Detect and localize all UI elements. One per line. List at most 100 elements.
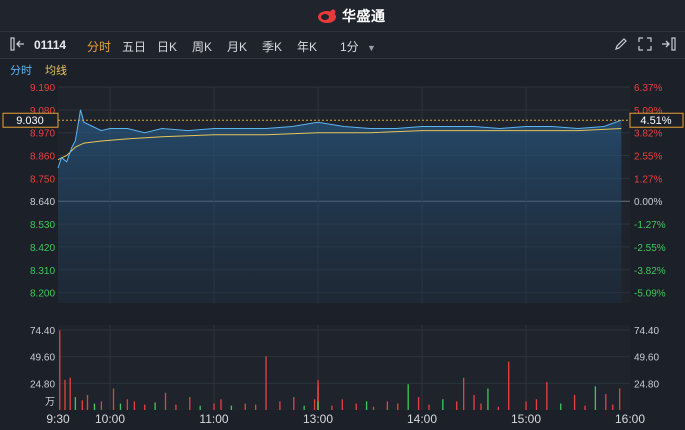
volume-bar [365,401,368,410]
volume-bar [69,377,71,410]
volume-bar [81,400,83,410]
current-pct-label: 4.51% [640,115,671,127]
volume-bar [584,405,586,410]
volume-bar [341,399,343,410]
volume-bar [119,403,122,410]
pct-tick-label: -3.82% [634,266,666,277]
time-tick-label: 15:00 [511,412,541,426]
volume-tick-label: 49.60 [30,353,55,364]
pct-tick-label: -2.55% [634,243,666,254]
tab-weekly-k[interactable]: 周K [192,38,212,55]
collapse-panel-icon[interactable] [10,37,26,51]
pencil-icon[interactable] [614,37,628,51]
volume-bar [331,405,333,410]
volume-unit-label: 万 [45,397,55,408]
volume-tick-label-right: 74.40 [634,326,659,337]
price-tick-label: 8.750 [30,174,55,185]
volume-bar [442,399,444,410]
volume-tick-label-right: 24.80 [634,379,659,390]
volume-panel [58,325,630,410]
volume-bar [189,397,191,410]
price-tick-label: 8.420 [30,243,55,254]
app-name: 华盛通 [342,8,386,24]
volume-bar [473,394,475,410]
volume-bar [386,401,389,410]
tab-intraday[interactable]: 分时 [87,38,111,55]
volume-bar [59,330,61,410]
volume-tick-label: 24.80 [30,379,55,390]
volume-bar [265,356,267,410]
volume-bar [535,399,538,410]
volume-bar [244,403,246,410]
toolbar: 01114 分时 五日 日K 周K 月K 季K 年K 1分 ▼ [0,32,685,59]
volume-bar [428,404,430,410]
volume-bar [317,401,319,410]
price-tick-label: 8.970 [30,129,55,140]
app-logo-icon [318,9,336,23]
pct-tick-label: 6.37% [634,83,662,94]
tab-five-day[interactable]: 五日 [122,38,146,55]
volume-bar [293,397,295,410]
volume-bar [255,404,257,410]
volume-bar [64,379,66,410]
legend-bar: 分时 均线 [0,59,685,79]
volume-bar [355,403,357,410]
volume-bar [560,403,562,410]
volume-bar [213,403,215,410]
volume-bar [126,399,129,410]
tab-daily-k[interactable]: 日K [157,38,177,55]
volume-bar [525,401,527,410]
volume-bar [605,393,607,410]
volume-bar [303,405,305,410]
volume-bar [463,377,465,410]
volume-bar [133,401,135,410]
volume-bar [199,405,201,410]
time-tick-label: 10:00 [95,412,125,426]
volume-bar [573,394,576,410]
expand-panel-icon[interactable] [660,37,676,51]
tab-yearly-k[interactable]: 年K [297,38,317,55]
volume-bar [154,402,156,410]
volume-bar [407,384,409,410]
price-tick-label: 8.200 [30,289,55,300]
legend-time-label: 分时 [10,65,32,77]
volume-bar [220,399,222,410]
tab-monthly-k[interactable]: 月K [227,38,247,55]
volume-bar [397,403,399,410]
app-brand: 华盛通 [316,7,386,25]
volume-bar [594,386,597,410]
volume-bar [164,392,167,410]
interval-select[interactable]: 1分 ▼ [340,38,376,55]
volume-bar [279,401,281,410]
volume-bar [417,397,420,410]
time-tick-label: 16:00 [615,412,645,426]
volume-bar [112,388,115,410]
volume-bar [480,403,482,410]
volume-bar [313,399,316,410]
tab-quarterly-k[interactable]: 季K [262,38,282,55]
time-tick-label: 9:30 [46,412,70,426]
volume-bar [612,404,614,410]
stock-code: 01114 [34,38,67,52]
price-tick-label: 8.860 [30,152,55,163]
volume-bar [546,382,548,410]
volume-bar [508,361,510,410]
pct-tick-label: -1.27% [634,220,666,231]
volume-bar [497,406,499,410]
price-tick-label: 8.640 [30,197,55,208]
fullscreen-icon[interactable] [638,37,652,51]
price-tick-label: 8.530 [30,220,55,231]
price-lines [57,109,630,303]
volume-bar [456,401,458,410]
volume-bar [100,401,103,410]
pct-tick-label: -5.09% [634,289,666,300]
pct-tick-label: 3.82% [634,129,662,140]
intraday-chart: 9.190 6.37%9.080 5.09%8.970 3.82%8.860 2.55%… [0,80,685,430]
volume-bar [86,394,89,410]
volume-bar [74,397,77,410]
current-price-label: 9.030 [16,115,44,127]
chevron-down-icon: ▼ [367,43,376,53]
volume-bar [144,404,146,410]
volume-bar [230,405,233,410]
time-tick-label: 14:00 [407,412,437,426]
